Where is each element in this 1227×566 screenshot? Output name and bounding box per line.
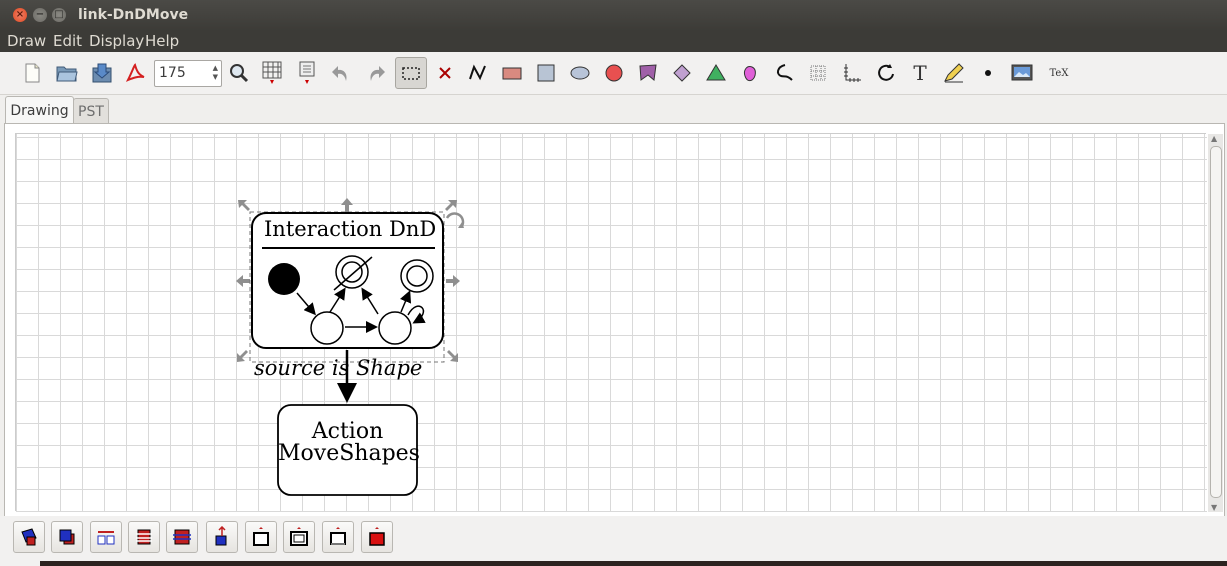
send-back-icon[interactable] bbox=[245, 521, 277, 553]
save-icon[interactable] bbox=[88, 59, 116, 87]
polygon-icon[interactable] bbox=[634, 59, 662, 87]
polyline-icon[interactable] bbox=[464, 59, 492, 87]
align-left-icon[interactable] bbox=[128, 521, 160, 553]
window-title: link-DnDMove bbox=[78, 7, 189, 23]
bottom-toolbar bbox=[0, 516, 1227, 558]
freehand-icon[interactable] bbox=[736, 59, 764, 87]
lower-icon[interactable] bbox=[322, 521, 354, 553]
arc-icon[interactable] bbox=[872, 59, 900, 87]
tex-button[interactable]: TeX bbox=[1045, 59, 1073, 87]
scroll-up-icon[interactable]: ▲ bbox=[1211, 134, 1217, 143]
undo-icon[interactable] bbox=[327, 59, 355, 87]
magnetic-grid-icon[interactable] bbox=[293, 59, 321, 87]
new-file-icon[interactable] bbox=[18, 59, 46, 87]
bezier-icon[interactable] bbox=[770, 59, 798, 87]
menu-edit[interactable]: Edit bbox=[53, 32, 82, 50]
menu-draw[interactable]: Draw bbox=[7, 32, 46, 50]
terminal-state-inner bbox=[406, 265, 428, 287]
fill-icon[interactable] bbox=[361, 521, 393, 553]
zoom-icon[interactable] bbox=[225, 59, 253, 87]
square-icon[interactable] bbox=[532, 59, 560, 87]
scrollbar-thumb[interactable] bbox=[1210, 146, 1222, 498]
picture-icon[interactable] bbox=[1008, 59, 1036, 87]
separate-icon[interactable] bbox=[51, 521, 83, 553]
horizontal-ruler bbox=[16, 126, 1206, 134]
open-folder-icon[interactable] bbox=[53, 59, 81, 87]
text-icon[interactable]: T bbox=[906, 59, 934, 87]
triangle-icon[interactable] bbox=[702, 59, 730, 87]
initial-state-icon bbox=[268, 263, 300, 295]
menu-help[interactable]: Help bbox=[145, 32, 179, 50]
redo-icon[interactable] bbox=[362, 59, 390, 87]
menu-bar: Draw Edit Display Help bbox=[0, 31, 1227, 52]
menu-display[interactable]: Display bbox=[89, 32, 144, 50]
axes-icon[interactable] bbox=[838, 59, 866, 87]
vertical-ruler bbox=[7, 133, 16, 511]
ellipse-icon[interactable] bbox=[566, 59, 594, 87]
distribute-icon[interactable] bbox=[90, 521, 122, 553]
tab-pst[interactable]: PST bbox=[73, 98, 109, 124]
bring-front-icon[interactable] bbox=[206, 521, 238, 553]
desktop-strip bbox=[40, 561, 1227, 566]
scroll-down-icon[interactable]: ▼ bbox=[1211, 503, 1217, 512]
zoom-spin-arrows[interactable]: ▲ ▼ bbox=[213, 64, 218, 82]
main-toolbar: ▲▼ bbox=[0, 52, 1227, 95]
grid-icon[interactable] bbox=[258, 59, 286, 87]
action-label: Action MoveShapes bbox=[278, 419, 420, 466]
zoom-spinner[interactable]: ▲▼ bbox=[154, 60, 222, 87]
intermediate-state-1-icon bbox=[310, 311, 344, 345]
rectangle-icon[interactable] bbox=[498, 59, 526, 87]
pdf-export-icon[interactable] bbox=[121, 59, 149, 87]
tab-drawing[interactable]: Drawing bbox=[5, 96, 74, 125]
align-center-icon[interactable] bbox=[166, 521, 198, 553]
close-window-button[interactable]: × bbox=[13, 8, 27, 22]
title-bar: × − □ link-DnDMove bbox=[0, 0, 1227, 31]
minimize-window-button[interactable]: − bbox=[33, 8, 47, 22]
delete-icon[interactable] bbox=[431, 59, 459, 87]
dot-icon[interactable] bbox=[974, 59, 1002, 87]
action-label-line1: Action bbox=[311, 419, 384, 444]
vertical-scrollbar[interactable]: ▲ ▼ bbox=[1208, 134, 1223, 512]
link-label: source is Shape bbox=[254, 356, 423, 380]
plot-icon[interactable] bbox=[804, 59, 832, 87]
status-bar bbox=[0, 558, 1227, 566]
rhombus-icon[interactable] bbox=[668, 59, 696, 87]
cancel-state-inner bbox=[341, 261, 363, 283]
tex-label: TeX bbox=[1049, 67, 1069, 79]
interaction-title: Interaction DnD bbox=[264, 217, 437, 241]
raise-icon[interactable] bbox=[283, 521, 315, 553]
join-icon[interactable] bbox=[13, 521, 45, 553]
intermediate-state-2-icon bbox=[378, 311, 412, 345]
zoom-input[interactable] bbox=[159, 65, 203, 81]
action-label-line2: MoveShapes bbox=[278, 441, 420, 466]
drawing-canvas[interactable] bbox=[16, 134, 1207, 512]
pencil-icon[interactable] bbox=[940, 59, 968, 87]
select-icon[interactable] bbox=[395, 57, 427, 89]
circle-icon[interactable] bbox=[600, 59, 628, 87]
maximize-window-button[interactable]: □ bbox=[52, 8, 66, 22]
